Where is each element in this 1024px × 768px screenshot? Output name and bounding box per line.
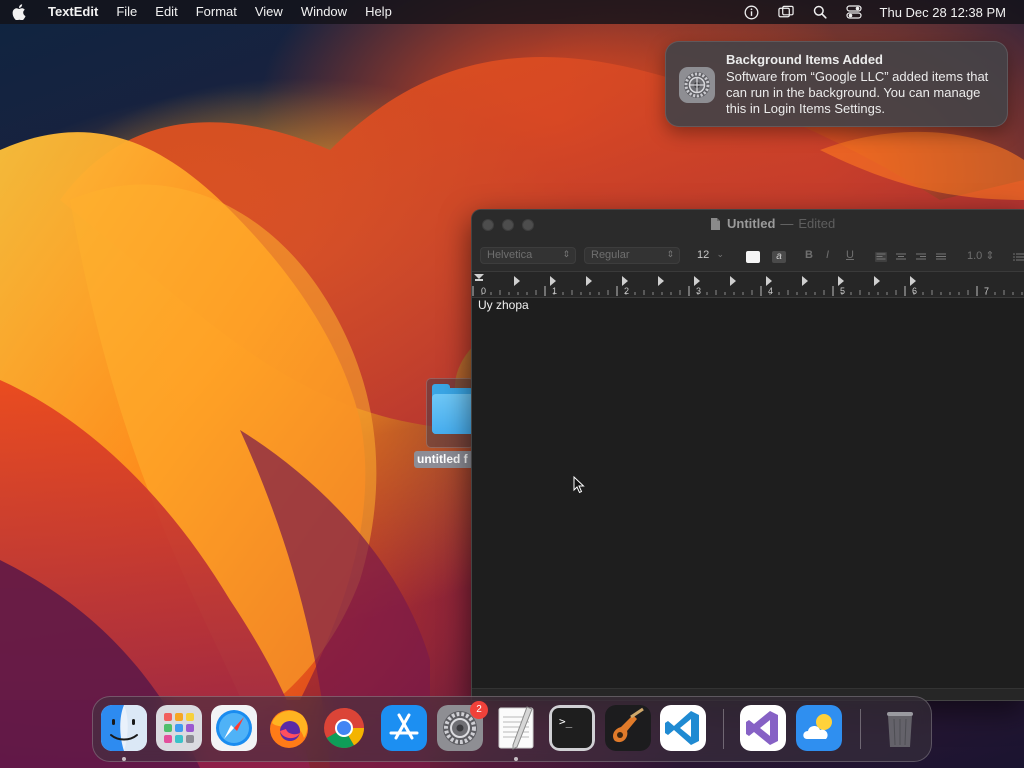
info-icon[interactable] — [744, 4, 760, 20]
ruler[interactable]: 0 1 2 3 4 5 6 7 — [472, 272, 1024, 298]
line-spacing-value: 1.0 — [967, 250, 983, 262]
tab-stops — [514, 276, 916, 286]
font-size-combo[interactable]: 12 ⌄ — [690, 247, 730, 264]
align-right-icon[interactable] — [915, 252, 927, 262]
underline-button[interactable]: U — [846, 249, 854, 261]
finder-icon[interactable] — [101, 705, 147, 751]
mouse-pointer-icon — [573, 476, 585, 494]
weather-icon[interactable] — [796, 705, 842, 751]
ruler-label-4: 4 — [768, 286, 774, 296]
text-color-swatch[interactable] — [746, 251, 760, 263]
desktop-folder[interactable] — [426, 378, 476, 448]
ruler-label-7: 7 — [984, 286, 990, 296]
terminal-prompt: >_ — [559, 715, 573, 728]
ruler-label-6: 6 — [912, 286, 918, 296]
menu-file[interactable]: File — [116, 0, 137, 24]
apple-icon[interactable] — [12, 4, 28, 20]
safari-icon[interactable] — [211, 705, 257, 751]
dock-divider — [860, 709, 861, 749]
menu-edit[interactable]: Edit — [155, 0, 177, 24]
control-center-icon[interactable] — [845, 4, 862, 20]
folder-icon — [432, 394, 474, 434]
window-title-separator: — — [780, 216, 794, 231]
chevron-updown-icon: ⇕ — [666, 249, 674, 259]
menu-format[interactable]: Format — [196, 0, 237, 24]
garageband-icon[interactable] — [605, 705, 651, 751]
minimize-button[interactable] — [502, 219, 514, 231]
notification-banner[interactable]: Background Items Added Software from “Go… — [665, 41, 1008, 127]
window-edited-status[interactable]: Edited — [798, 216, 835, 231]
vscode-icon[interactable] — [660, 705, 706, 751]
ruler-label-2: 2 — [624, 286, 630, 296]
search-icon[interactable] — [812, 4, 828, 20]
font-family-popup[interactable]: Helvetica ⇕ — [480, 247, 576, 264]
bold-button[interactable]: B — [805, 249, 813, 261]
format-toolbar: Helvetica ⇕ Regular ⇕ 12 ⌄ a B I U 1.0 ⇕ — [472, 240, 1024, 272]
menu-bar: TextEdit File Edit Format View Window He… — [0, 0, 1024, 24]
document-text-area[interactable]: Uy zhopa — [472, 298, 1024, 690]
chevron-down-icon: ⌄ — [716, 249, 724, 259]
ruler-label-1: 1 — [552, 286, 558, 296]
system-settings-icon — [678, 66, 716, 104]
font-style-value: Regular — [591, 249, 630, 261]
window-titlebar[interactable]: Untitled — Edited — [472, 210, 1024, 240]
menu-window[interactable]: Window — [301, 0, 347, 24]
notification-badge: 2 — [470, 701, 488, 719]
font-family-value: Helvetica — [487, 249, 533, 261]
dock-divider — [723, 709, 724, 749]
firefox-icon[interactable] — [266, 705, 312, 751]
menu-bar-status-area: Thu Dec 28 12:38 PM — [726, 4, 1012, 20]
document-text[interactable]: Uy zhopa — [478, 298, 529, 312]
first-line-indent-marker — [474, 274, 484, 279]
running-indicator — [122, 757, 126, 761]
align-left-icon[interactable] — [875, 252, 887, 262]
ruler-label-5: 5 — [840, 286, 846, 296]
ruler-label-0: 0 — [481, 286, 487, 296]
italic-button[interactable]: I — [826, 249, 829, 261]
line-spacing-popup[interactable]: 1.0 ⇕ — [967, 249, 995, 262]
menu-help[interactable]: Help — [365, 0, 392, 24]
desktop-folder-label[interactable]: untitled f — [414, 451, 474, 468]
notification-title: Background Items Added — [726, 52, 883, 67]
ruler-minor-ticks — [481, 290, 1023, 295]
left-indent-marker — [475, 279, 483, 281]
dock: 2 >_ — [92, 696, 932, 762]
notification-body: Software from “Google LLC” added items t… — [726, 69, 989, 116]
ruler-label-3: 3 — [696, 286, 702, 296]
list-bullets-icon[interactable] — [1013, 252, 1024, 262]
document-icon[interactable] — [710, 217, 721, 231]
screen-mirroring-icon[interactable] — [777, 4, 794, 20]
running-indicator — [514, 757, 518, 761]
textedit-icon[interactable] — [493, 705, 539, 751]
chevron-updown-icon: ⇕ — [985, 250, 995, 262]
window-title: Untitled — Edited — [710, 216, 835, 231]
launchpad-icon[interactable] — [156, 705, 202, 751]
menu-bar-clock[interactable]: Thu Dec 28 12:38 PM — [880, 5, 1006, 20]
font-style-popup[interactable]: Regular ⇕ — [584, 247, 680, 264]
highlight-color-button[interactable]: a — [772, 251, 786, 263]
trash-icon[interactable] — [877, 705, 923, 751]
zoom-button[interactable] — [522, 219, 534, 231]
textedit-window: Untitled — Edited Helvetica ⇕ Regular ⇕ … — [471, 209, 1024, 701]
menu-view[interactable]: View — [255, 0, 283, 24]
align-justify-icon[interactable] — [935, 252, 947, 262]
app-store-icon[interactable] — [381, 705, 427, 751]
menu-app-name[interactable]: TextEdit — [48, 0, 98, 24]
align-center-icon[interactable] — [895, 252, 907, 262]
font-size-value: 12 — [697, 249, 710, 261]
window-title-text: Untitled — [727, 216, 776, 231]
terminal-icon[interactable]: >_ — [549, 705, 595, 751]
chevron-updown-icon: ⇕ — [562, 249, 570, 259]
chrome-icon[interactable] — [321, 705, 367, 751]
close-button[interactable] — [482, 219, 494, 231]
visual-studio-icon[interactable] — [740, 705, 786, 751]
